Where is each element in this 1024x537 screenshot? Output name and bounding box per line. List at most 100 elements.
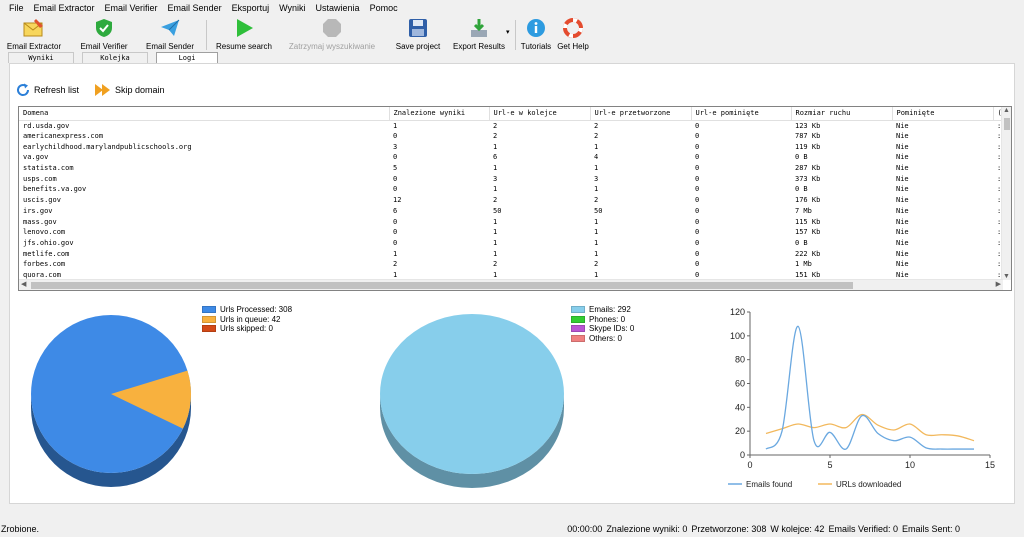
save-project-label: Save project bbox=[395, 42, 441, 51]
table-cell: 0 bbox=[695, 260, 700, 269]
table-cell: 222 Kb bbox=[795, 249, 821, 258]
table-cell: lenovo.com bbox=[23, 228, 66, 237]
table-header-row: Domena Znalezione wyniki Url-e w kolejce… bbox=[19, 107, 1011, 121]
table-row[interactable]: forbes.com 2 2 2 0 1 Mb Nie: bbox=[19, 259, 1011, 270]
scroll-up-icon[interactable]: ▲ bbox=[1003, 107, 1010, 114]
scroll-thumb[interactable] bbox=[31, 282, 853, 289]
contacts-legend: Emails: 292 Phones: 0 Skype IDs: 0 Other… bbox=[571, 305, 634, 343]
tab-kolejka[interactable]: Kolejka bbox=[82, 52, 148, 63]
table-cell: 0 bbox=[695, 206, 700, 215]
table-row[interactable]: lenovo.com 0 1 1 0 157 Kb Nie: bbox=[19, 227, 1011, 238]
scroll-down-icon[interactable]: ▼ bbox=[1003, 273, 1010, 280]
vertical-scrollbar[interactable]: ▲ ▼ bbox=[1001, 107, 1011, 280]
status-sent: Emails Sent: 0 bbox=[901, 523, 960, 534]
paper-plane-icon bbox=[159, 17, 181, 39]
menu-ustawienia[interactable]: Ustawienia bbox=[311, 3, 365, 13]
legend-item: Urls skipped: 0 bbox=[202, 324, 292, 334]
horizontal-scrollbar[interactable]: ◀ ▶ bbox=[19, 279, 1003, 290]
table-row[interactable]: jfs.ohio.gov 0 1 1 0 0 B Nie: bbox=[19, 238, 1011, 249]
column-header[interactable]: Domena bbox=[19, 107, 390, 121]
scroll-thumb[interactable] bbox=[1004, 118, 1010, 130]
legend-label: Others: 0 bbox=[589, 333, 622, 343]
table-cell: earlychildhood.marylandpublicschools.org bbox=[23, 142, 192, 151]
email-verifier-label: Email Verifier bbox=[80, 42, 128, 51]
status-bar: Zrobione. 00:00:00 Znalezione wyniki: 0 … bbox=[0, 520, 1024, 537]
table-row[interactable]: mass.gov 0 1 1 0 115 Kb Nie: bbox=[19, 216, 1011, 227]
refresh-list-button[interactable]: Refresh list bbox=[16, 83, 79, 97]
legend-label: Phones: 0 bbox=[589, 314, 626, 324]
table-row[interactable]: benefits.va.gov 0 1 1 0 0 B Nie: bbox=[19, 184, 1011, 195]
column-header[interactable]: Rozmiar ruchu bbox=[791, 107, 893, 121]
menu-pomoc[interactable]: Pomoc bbox=[365, 3, 403, 13]
tab-strip: Wyniki Kolejka Logi bbox=[0, 52, 1024, 63]
shield-check-icon bbox=[93, 17, 115, 39]
column-header[interactable]: Pominięte bbox=[892, 107, 994, 121]
lifebuoy-icon bbox=[562, 17, 584, 39]
table-cell: 2 bbox=[594, 132, 599, 141]
email-verifier-button[interactable]: Email Verifier bbox=[78, 16, 130, 54]
table-row[interactable]: earlychildhood.marylandpublicschools.org… bbox=[19, 141, 1011, 152]
table-row[interactable]: uscis.gov 12 2 2 0 176 Kb Nie: bbox=[19, 195, 1011, 206]
envelope-pencil-icon bbox=[23, 17, 45, 39]
skip-domain-button[interactable]: Skip domain bbox=[95, 84, 165, 96]
email-sender-button[interactable]: Email Sender bbox=[144, 16, 196, 54]
table-cell: Nie bbox=[896, 260, 909, 269]
table-cell: 12 bbox=[393, 196, 402, 205]
scroll-left-icon[interactable]: ◀ bbox=[21, 280, 26, 288]
tab-logi[interactable]: Logi bbox=[156, 52, 218, 63]
table-cell: 6 bbox=[393, 206, 398, 215]
main-panel: Refresh list Skip domain Domena Znalezio… bbox=[9, 63, 1015, 504]
save-project-button[interactable]: Save project bbox=[393, 16, 443, 54]
menu-wyniki[interactable]: Wyniki bbox=[274, 3, 310, 13]
scroll-right-icon[interactable]: ▶ bbox=[996, 280, 1001, 288]
table-cell: 157 Kb bbox=[795, 228, 821, 237]
column-header[interactable]: Url-e pominięte bbox=[691, 107, 792, 121]
tab-wyniki[interactable]: Wyniki bbox=[8, 52, 74, 63]
column-header[interactable]: Url-e przetworzone bbox=[590, 107, 692, 121]
menu-email-verifier[interactable]: Email Verifier bbox=[100, 3, 163, 13]
table-cell: 3 bbox=[393, 142, 398, 151]
table-cell: 373 Kb bbox=[795, 174, 821, 183]
tutorials-button[interactable]: Tutorials bbox=[519, 16, 553, 54]
table-row[interactable]: americanexpress.com 0 2 2 0 787 Kb Nie: bbox=[19, 131, 1011, 142]
status-time: 00:00:00 bbox=[567, 523, 603, 534]
y-tick-label: 60 bbox=[735, 379, 745, 389]
table-cell: 0 bbox=[695, 185, 700, 194]
table-row[interactable]: irs.gov 6 50 50 0 7 Mb Nie: bbox=[19, 206, 1011, 217]
fast-forward-icon bbox=[95, 84, 111, 96]
legend-swatch bbox=[202, 325, 216, 333]
table-cell: 2 bbox=[493, 260, 498, 269]
table-cell: 2 bbox=[594, 196, 599, 205]
table-row[interactable]: rd.usda.gov 1 2 2 0 123 Kb Nie: bbox=[19, 120, 1011, 131]
x-tick-label: 0 bbox=[747, 460, 752, 470]
table-cell: 0 bbox=[393, 238, 398, 247]
table-cell: va.gov bbox=[23, 153, 49, 162]
column-header[interactable]: Znalezione wyniki bbox=[389, 107, 490, 121]
menu-email-extractor[interactable]: Email Extractor bbox=[29, 3, 100, 13]
export-results-button[interactable]: Export Results bbox=[451, 16, 507, 54]
menu-email-sender[interactable]: Email Sender bbox=[163, 3, 227, 13]
resume-search-button[interactable]: Resume search bbox=[215, 16, 273, 54]
table-cell: americanexpress.com bbox=[23, 132, 104, 141]
table-cell: 50 bbox=[594, 206, 603, 215]
status-message: Zrobione. bbox=[1, 523, 40, 534]
table-cell: uscis.gov bbox=[23, 196, 61, 205]
export-dropdown-arrow-icon[interactable]: ▾ bbox=[506, 28, 510, 36]
column-header[interactable]: Url-e w kolejce bbox=[489, 107, 591, 121]
contacts-pie-chart bbox=[380, 314, 564, 488]
refresh-icon bbox=[17, 83, 30, 96]
stop-search-button[interactable]: Zatrzymaj wyszukiwanie bbox=[288, 16, 376, 54]
table-row[interactable]: va.gov 0 6 4 0 0 B Nie: bbox=[19, 152, 1011, 163]
status-stats: 00:00:00 Znalezione wyniki: 0 Przetworzo… bbox=[567, 524, 960, 534]
table-row[interactable]: usps.com 0 3 3 0 373 Kb Nie: bbox=[19, 173, 1011, 184]
table-cell: statista.com bbox=[23, 164, 74, 173]
stop-search-label: Zatrzymaj wyszukiwanie bbox=[288, 42, 376, 51]
table-row[interactable]: statista.com 5 1 1 0 287 Kb Nie: bbox=[19, 163, 1011, 174]
table-cell: 0 bbox=[695, 142, 700, 151]
table-row[interactable]: metlife.com 1 1 1 0 222 Kb Nie: bbox=[19, 248, 1011, 259]
menu-file[interactable]: File bbox=[4, 3, 29, 13]
get-help-button[interactable]: Get Help bbox=[556, 16, 590, 54]
menu-eksportuj[interactable]: Eksportuj bbox=[227, 3, 275, 13]
email-extractor-button[interactable]: Email Extractor bbox=[6, 16, 62, 54]
y-tick-label: 100 bbox=[730, 331, 745, 341]
